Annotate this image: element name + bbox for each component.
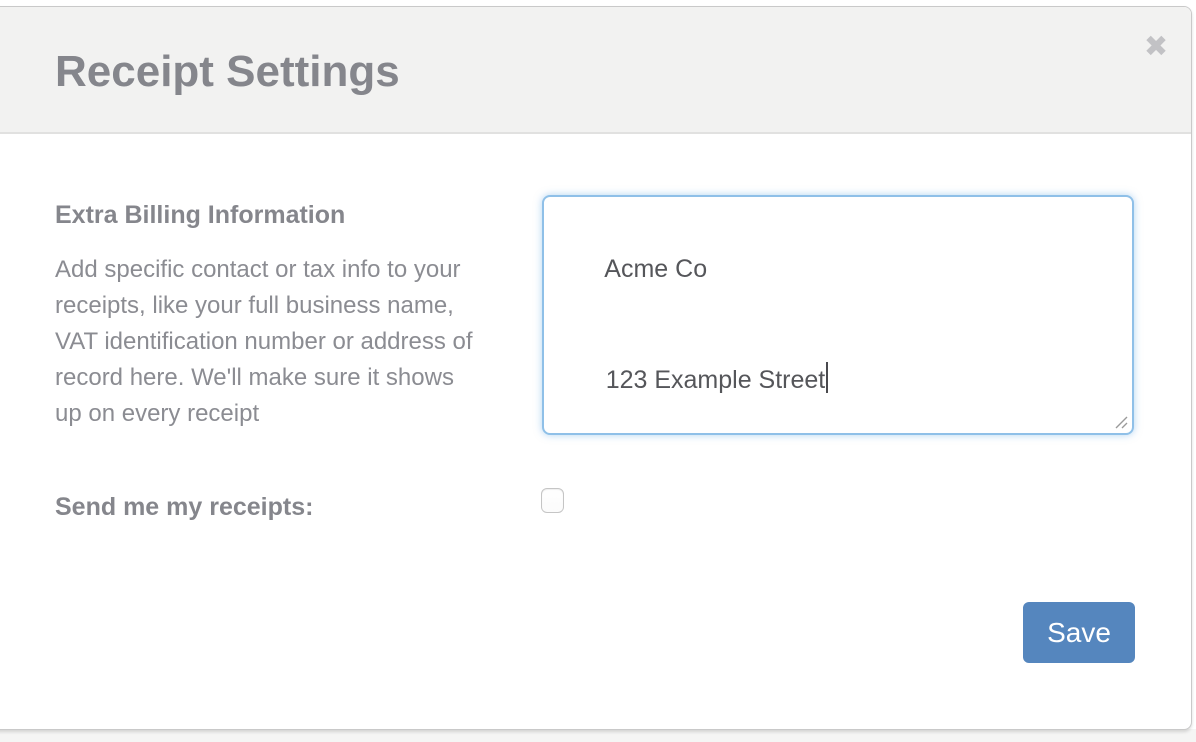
textarea-text: 123 Example Street [606, 366, 826, 394]
send-receipts-checkbox[interactable] [541, 488, 564, 513]
page: Receipt Settings ✖ Extra Billing Informa… [0, 0, 1196, 742]
textarea-text: Acme Co [604, 255, 707, 283]
page-background [0, 729, 1196, 742]
textarea-line: Acme Co [564, 214, 1112, 325]
save-button[interactable]: Save [1023, 602, 1135, 663]
text-cursor-caret [826, 362, 828, 393]
send-receipts-label: Send me my receipts: [55, 492, 313, 522]
resize-handle-icon[interactable] [1113, 414, 1128, 429]
extra-billing-textarea[interactable]: Acme Co 123 Example Street [542, 195, 1134, 435]
billing-heading: Extra Billing Information [55, 200, 345, 230]
billing-description: Add specific contact or tax info to your… [55, 252, 480, 432]
close-icon: ✖ [1144, 29, 1168, 63]
modal-title: Receipt Settings [55, 44, 400, 100]
close-button[interactable]: ✖ [1132, 22, 1180, 70]
textarea-line: 123 Example Street [564, 325, 1112, 436]
